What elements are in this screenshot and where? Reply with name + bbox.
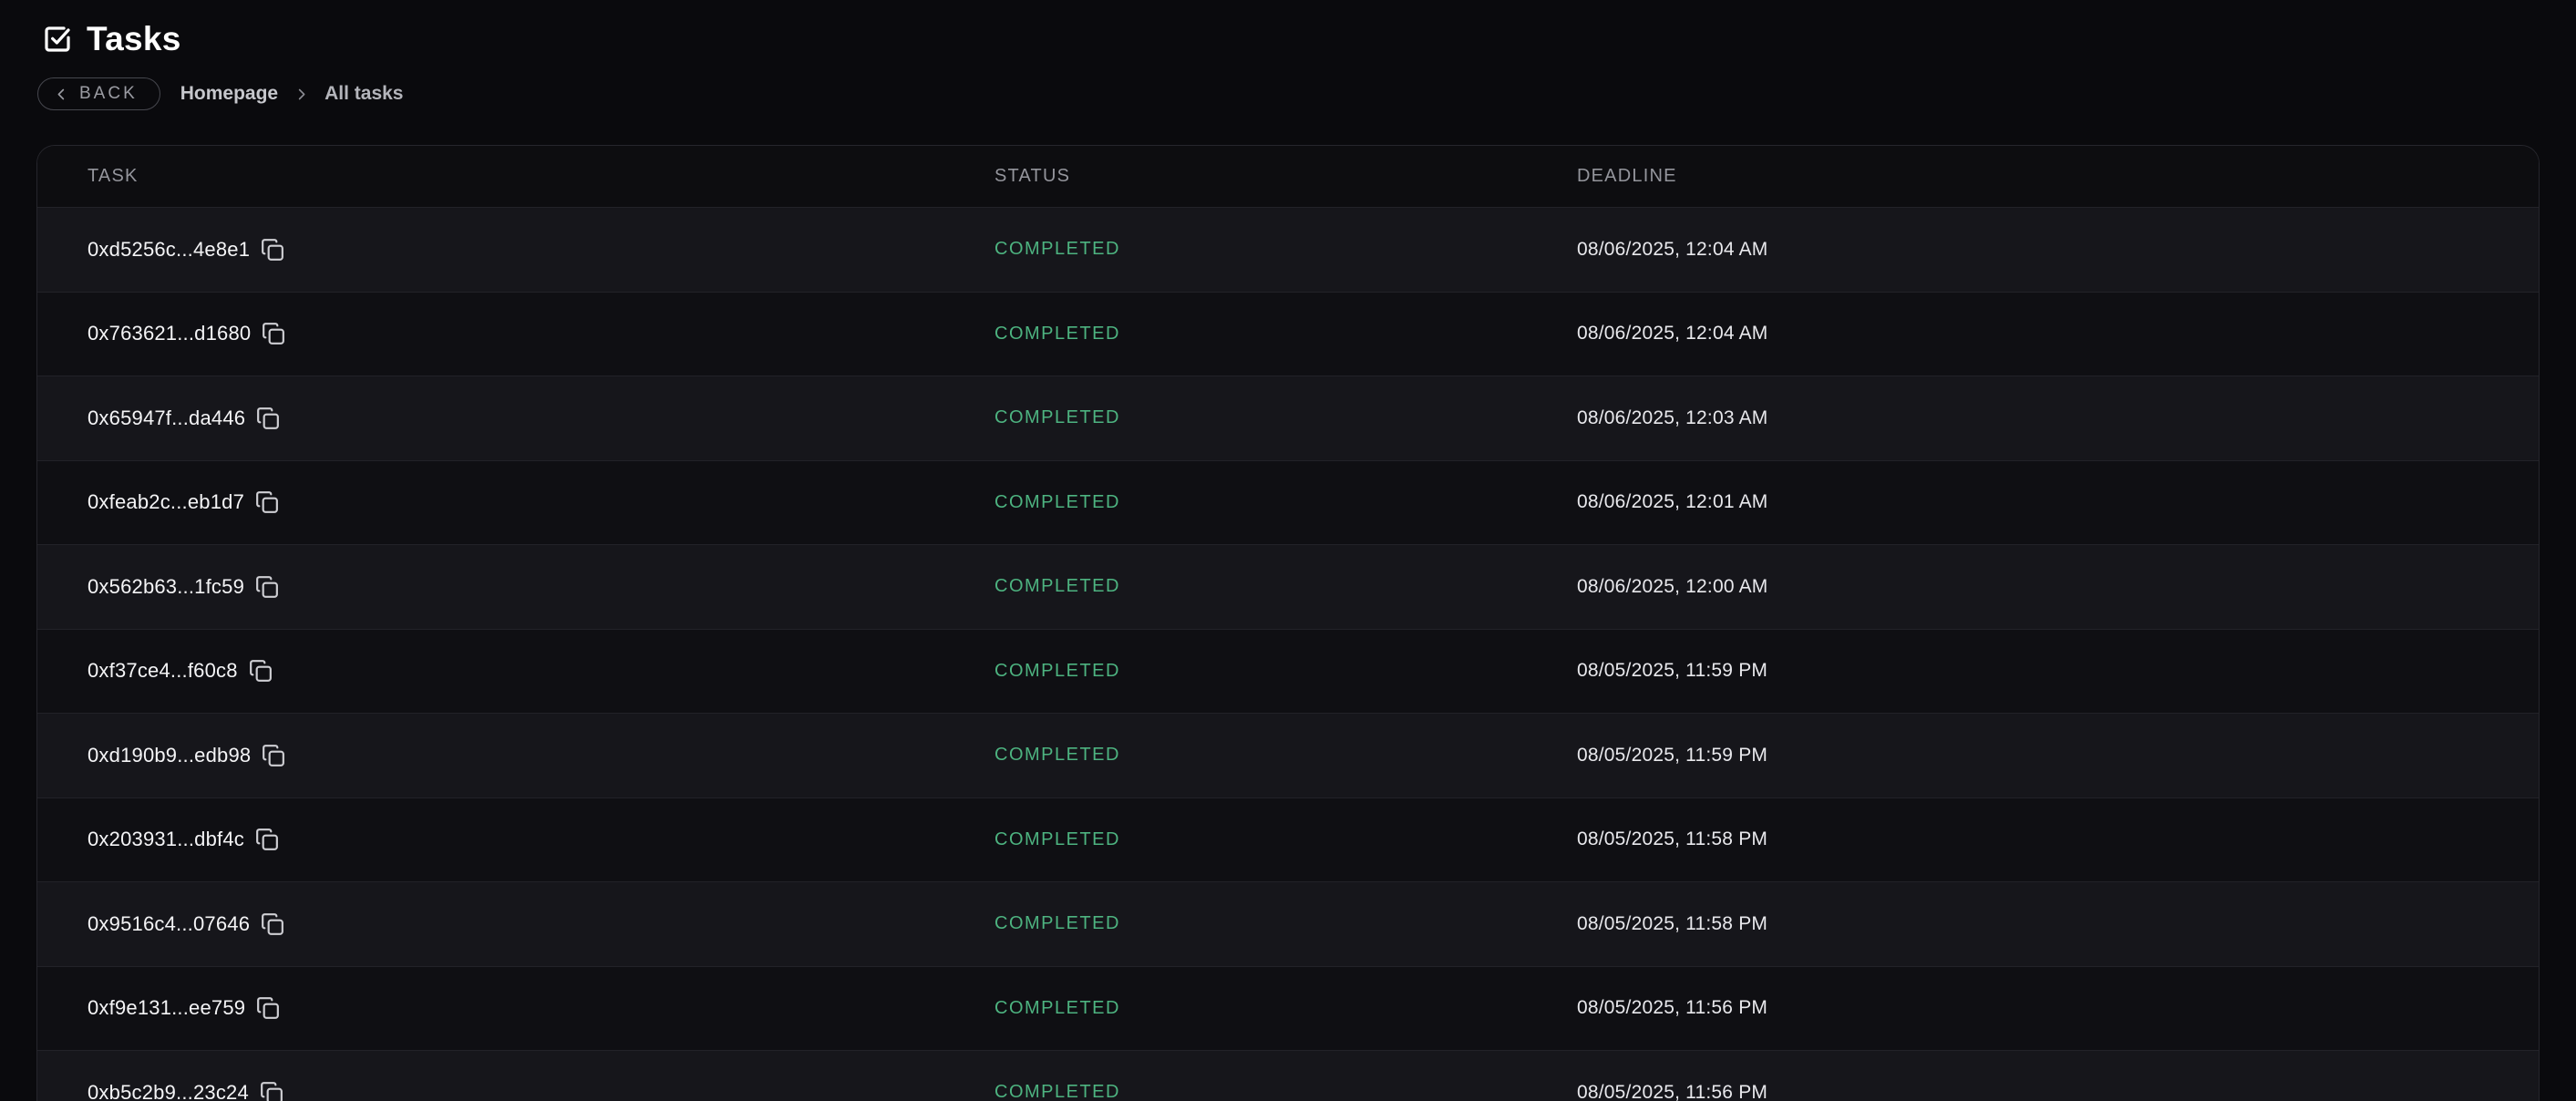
task-id: 0xd190b9...edb98 [88, 744, 251, 767]
task-cell: 0xd5256c...4e8e1 [88, 238, 994, 262]
column-header-deadline: DEADLINE [1577, 166, 2539, 187]
deadline: 08/05/2025, 11:56 PM [1577, 1082, 2539, 1101]
task-cell: 0x9516c4...07646 [88, 912, 994, 936]
status-cell: COMPLETED [994, 407, 1577, 428]
status-badge: COMPLETED [994, 407, 1120, 427]
task-cell: 0x65947f...da446 [88, 406, 994, 430]
column-header-task: TASK [88, 166, 994, 187]
task-id: 0x9516c4...07646 [88, 912, 250, 936]
breadcrumb-homepage[interactable]: Homepage [180, 83, 278, 105]
table-row: 0xb5c2b9...23c24 COMPLETED 08/05/2025, 1… [37, 1050, 2539, 1101]
copy-icon[interactable] [256, 996, 280, 1020]
status-cell: COMPLETED [994, 745, 1577, 766]
table-row: 0xd190b9...edb98 COMPLETED 08/05/2025, 1… [37, 713, 2539, 797]
table-row: 0xd5256c...4e8e1 COMPLETED 08/06/2025, 1… [37, 207, 2539, 292]
status-cell: COMPLETED [994, 829, 1577, 850]
status-cell: COMPLETED [994, 998, 1577, 1019]
task-id: 0xb5c2b9...23c24 [88, 1081, 249, 1101]
deadline: 08/06/2025, 12:04 AM [1577, 323, 2539, 345]
deadline: 08/05/2025, 11:56 PM [1577, 997, 2539, 1019]
status-cell: COMPLETED [994, 492, 1577, 513]
status-cell: COMPLETED [994, 661, 1577, 682]
deadline: 08/06/2025, 12:03 AM [1577, 407, 2539, 429]
task-cell: 0xf37ce4...f60c8 [88, 659, 994, 683]
task-id: 0x763621...d1680 [88, 322, 251, 345]
copy-icon[interactable] [262, 322, 285, 345]
table-row: 0x203931...dbf4c COMPLETED 08/05/2025, 1… [37, 797, 2539, 882]
status-badge: COMPLETED [994, 998, 1120, 1018]
task-id: 0x203931...dbf4c [88, 828, 244, 851]
copy-icon[interactable] [262, 744, 285, 767]
task-cell: 0x562b63...1fc59 [88, 575, 994, 599]
status-badge: COMPLETED [994, 661, 1120, 681]
copy-icon[interactable] [255, 490, 279, 514]
column-header-status: STATUS [994, 166, 1577, 187]
copy-icon[interactable] [261, 912, 284, 936]
table-row: 0x763621...d1680 COMPLETED 08/06/2025, 1… [37, 292, 2539, 376]
deadline: 08/05/2025, 11:59 PM [1577, 745, 2539, 767]
status-badge: COMPLETED [994, 324, 1120, 344]
copy-icon[interactable] [249, 659, 273, 683]
toolbar: BACK Homepage All tasks [37, 77, 2576, 110]
status-cell: COMPLETED [994, 1082, 1577, 1101]
status-badge: COMPLETED [994, 239, 1120, 259]
deadline: 08/05/2025, 11:58 PM [1577, 828, 2539, 850]
task-cell: 0x763621...d1680 [88, 322, 994, 345]
copy-icon[interactable] [260, 1081, 283, 1101]
status-badge: COMPLETED [994, 745, 1120, 765]
status-cell: COMPLETED [994, 324, 1577, 345]
status-cell: COMPLETED [994, 913, 1577, 934]
task-id: 0x562b63...1fc59 [88, 575, 244, 599]
task-id: 0xf37ce4...f60c8 [88, 659, 238, 683]
status-badge: COMPLETED [994, 1082, 1120, 1101]
task-cell: 0xb5c2b9...23c24 [88, 1081, 994, 1101]
deadline: 08/06/2025, 12:00 AM [1577, 576, 2539, 598]
chevron-left-icon [55, 87, 68, 101]
tasks-table: TASK STATUS DEADLINE 0xd5256c...4e8e1 CO… [36, 145, 2540, 1101]
table-row: 0xf9e131...ee759 COMPLETED 08/05/2025, 1… [37, 966, 2539, 1051]
table-row: 0xf37ce4...f60c8 COMPLETED 08/05/2025, 1… [37, 629, 2539, 714]
status-badge: COMPLETED [994, 913, 1120, 933]
check-square-icon [43, 25, 72, 54]
deadline: 08/05/2025, 11:59 PM [1577, 660, 2539, 682]
table-header: TASK STATUS DEADLINE [37, 146, 2539, 207]
breadcrumb-all-tasks[interactable]: All tasks [325, 83, 403, 105]
copy-icon[interactable] [261, 238, 284, 262]
task-id: 0xd5256c...4e8e1 [88, 238, 250, 262]
deadline: 08/06/2025, 12:04 AM [1577, 239, 2539, 261]
task-cell: 0xfeab2c...eb1d7 [88, 490, 994, 514]
copy-icon[interactable] [255, 828, 279, 851]
breadcrumb: Homepage All tasks [180, 83, 404, 105]
task-cell: 0xf9e131...ee759 [88, 996, 994, 1020]
status-badge: COMPLETED [994, 576, 1120, 596]
table-body: 0xd5256c...4e8e1 COMPLETED 08/06/2025, 1… [37, 207, 2539, 1101]
back-button[interactable]: BACK [37, 77, 160, 110]
task-cell: 0xd190b9...edb98 [88, 744, 994, 767]
back-button-label: BACK [79, 84, 138, 104]
status-badge: COMPLETED [994, 829, 1120, 849]
status-badge: COMPLETED [994, 492, 1120, 512]
deadline: 08/05/2025, 11:58 PM [1577, 913, 2539, 935]
status-cell: COMPLETED [994, 239, 1577, 260]
table-row: 0x65947f...da446 COMPLETED 08/06/2025, 1… [37, 376, 2539, 460]
task-id: 0xfeab2c...eb1d7 [88, 490, 244, 514]
deadline: 08/06/2025, 12:01 AM [1577, 491, 2539, 513]
table-row: 0x9516c4...07646 COMPLETED 08/05/2025, 1… [37, 881, 2539, 966]
task-id: 0x65947f...da446 [88, 406, 245, 430]
chevron-right-icon [294, 87, 308, 101]
table-row: 0x562b63...1fc59 COMPLETED 08/06/2025, 1… [37, 544, 2539, 629]
page-header: Tasks [0, 0, 2576, 56]
status-cell: COMPLETED [994, 576, 1577, 597]
page-title: Tasks [87, 22, 181, 56]
copy-icon[interactable] [256, 406, 280, 430]
tasks-page: Tasks BACK Homepage All tasks TASK STATU… [0, 0, 2576, 1101]
copy-icon[interactable] [255, 575, 279, 599]
task-cell: 0x203931...dbf4c [88, 828, 994, 851]
table-row: 0xfeab2c...eb1d7 COMPLETED 08/06/2025, 1… [37, 460, 2539, 545]
task-id: 0xf9e131...ee759 [88, 996, 245, 1020]
